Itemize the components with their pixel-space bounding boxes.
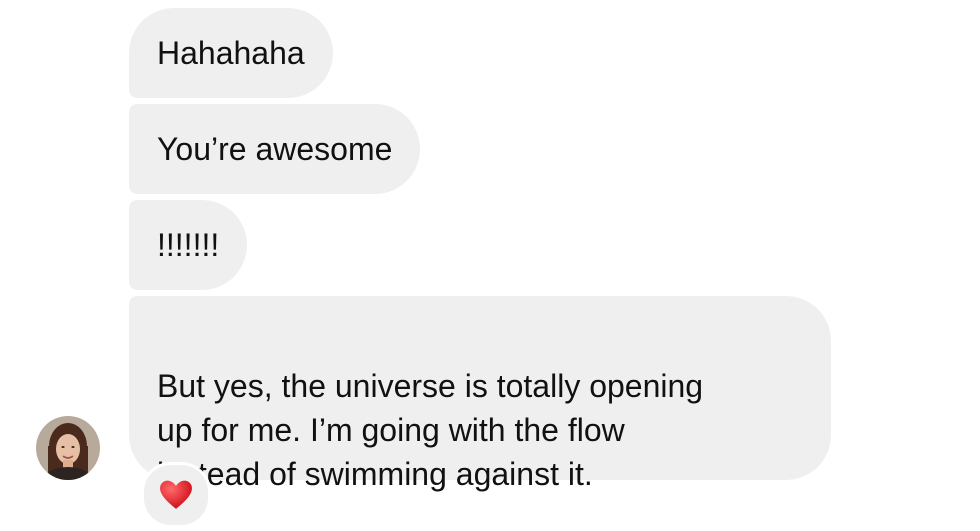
message-bubble[interactable]: Hahahaha <box>129 8 333 98</box>
message-bubble[interactable]: But yes, the universe is totally opening… <box>129 296 831 492</box>
message-bubble[interactable]: You’re awesome <box>129 104 421 194</box>
message-text: Hahahaha <box>157 35 305 71</box>
heart-icon <box>160 480 192 509</box>
message-text: !!!!!!! <box>157 227 220 263</box>
sender-avatar[interactable] <box>36 416 100 480</box>
message-text: But yes, the universe is totally opening… <box>157 368 704 492</box>
avatar-image <box>36 416 100 480</box>
message-text: You’re awesome <box>157 131 393 167</box>
message-bubble[interactable]: !!!!!!! <box>129 200 248 290</box>
heart-reaction[interactable] <box>141 462 211 528</box>
